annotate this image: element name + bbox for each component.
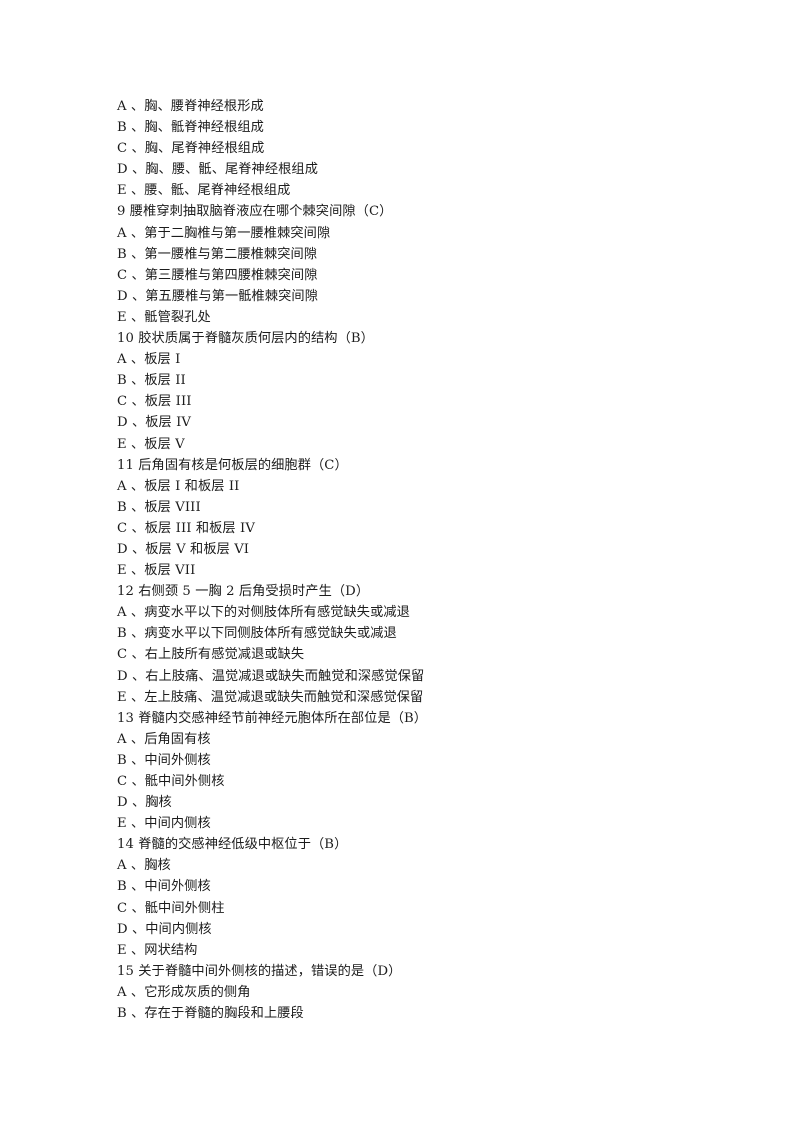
answer-option: B 、存在于脊髓的胸段和上腰段 <box>117 1006 304 1022</box>
answer-option: E 、中间内侧核 <box>117 816 211 832</box>
answer-option: A 、胸、腰脊神经根形成 <box>117 99 264 114</box>
answer-option: A 、板层 I 和板层 II <box>117 478 240 494</box>
answer-option: A 、板层 I <box>117 352 181 368</box>
answer-option: E 、骶管裂孔处 <box>117 309 211 325</box>
answer-option: C 、右上肢所有感觉减退或缺失 <box>117 647 305 663</box>
answer-option: B 、胸、骶脊神经根组成 <box>117 120 264 136</box>
answer-option: D 、板层 V 和板层 VI <box>117 541 250 557</box>
answer-option: C 、第三腰椎与第四腰椎棘突间隙 <box>117 267 318 283</box>
answer-option: E 、板层 VII <box>117 563 196 579</box>
answer-option: A 、病变水平以下的对侧肢体所有感觉缺失或减退 <box>117 605 410 621</box>
answer-option: D 、右上肢痛、温觉减退或缺失而触觉和深感觉保留 <box>117 668 425 684</box>
answer-option: B 、第一腰椎与第二腰椎棘突间隙 <box>117 246 318 262</box>
answer-option: C 、骶中间外侧柱 <box>117 900 225 916</box>
answer-option: D 、中间内侧核 <box>117 921 212 937</box>
answer-option: D 、第五腰椎与第一骶椎棘突间隙 <box>117 288 318 304</box>
question-stem: 13 脊髓内交感神经节前神经元胞体所在部位是（B） <box>117 710 428 726</box>
answer-option: E 、左上肢痛、温觉减退或缺失而触觉和深感觉保留 <box>117 689 424 705</box>
answer-option: B 、中间外侧核 <box>117 752 211 768</box>
answer-option: A 、后角固有核 <box>117 731 211 747</box>
question-stem: 14 脊髓的交感神经低级中枢位于（B） <box>117 837 348 853</box>
answer-option: D 、板层 IV <box>117 415 192 431</box>
answer-option: C 、板层 III 和板层 IV <box>117 520 255 536</box>
answer-option: B 、中间外侧核 <box>117 879 211 895</box>
question-stem: 9 腰椎穿刺抽取脑脊液应在哪个棘突间隙（C） <box>117 204 393 220</box>
answer-option: B 、病变水平以下同侧肢体所有感觉缺失或减退 <box>117 626 397 642</box>
answer-option: D 、胸、腰、骶、尾脊神经根组成 <box>117 162 318 178</box>
answer-option: A 、它形成灰质的侧角 <box>117 984 251 1000</box>
answer-option: E 、腰、骶、尾脊神经根组成 <box>117 183 291 199</box>
answer-option: A 、第于二胸椎与第一腰椎棘突间隙 <box>117 225 331 241</box>
question-list: A 、胸、腰脊神经根形成 B 、胸、骶脊神经根组成 C 、胸、尾脊神经根组成 D 、胸… <box>117 96 717 1024</box>
question-stem: 10 胶状质属于脊髓灰质何层内的结构（B） <box>117 331 374 347</box>
document-page: A 、胸、腰脊神经根形成 B 、胸、骶脊神经根组成 C 、胸、尾脊神经根组成 D 、胸… <box>0 0 800 1132</box>
answer-option: C 、板层 III <box>117 394 192 410</box>
answer-option: B 、板层 VIII <box>117 499 201 515</box>
answer-option: E 、板层 V <box>117 436 185 452</box>
answer-option: C 、骶中间外侧核 <box>117 774 225 789</box>
answer-option: E 、网状结构 <box>117 942 198 958</box>
answer-option: B 、板层 II <box>117 373 186 389</box>
answer-option: D 、胸核 <box>117 795 172 811</box>
question-stem: 12 右侧颈 5 一胸 2 后角受损时产生（D） <box>117 584 370 600</box>
answer-option: A 、胸核 <box>117 858 171 874</box>
question-stem: 15 关于脊髓中间外侧核的描述，错误的是（D） <box>117 963 402 979</box>
answer-option: C 、胸、尾脊神经根组成 <box>117 141 265 157</box>
question-stem: 11 后角固有核是何板层的细胞群（C） <box>117 457 348 473</box>
